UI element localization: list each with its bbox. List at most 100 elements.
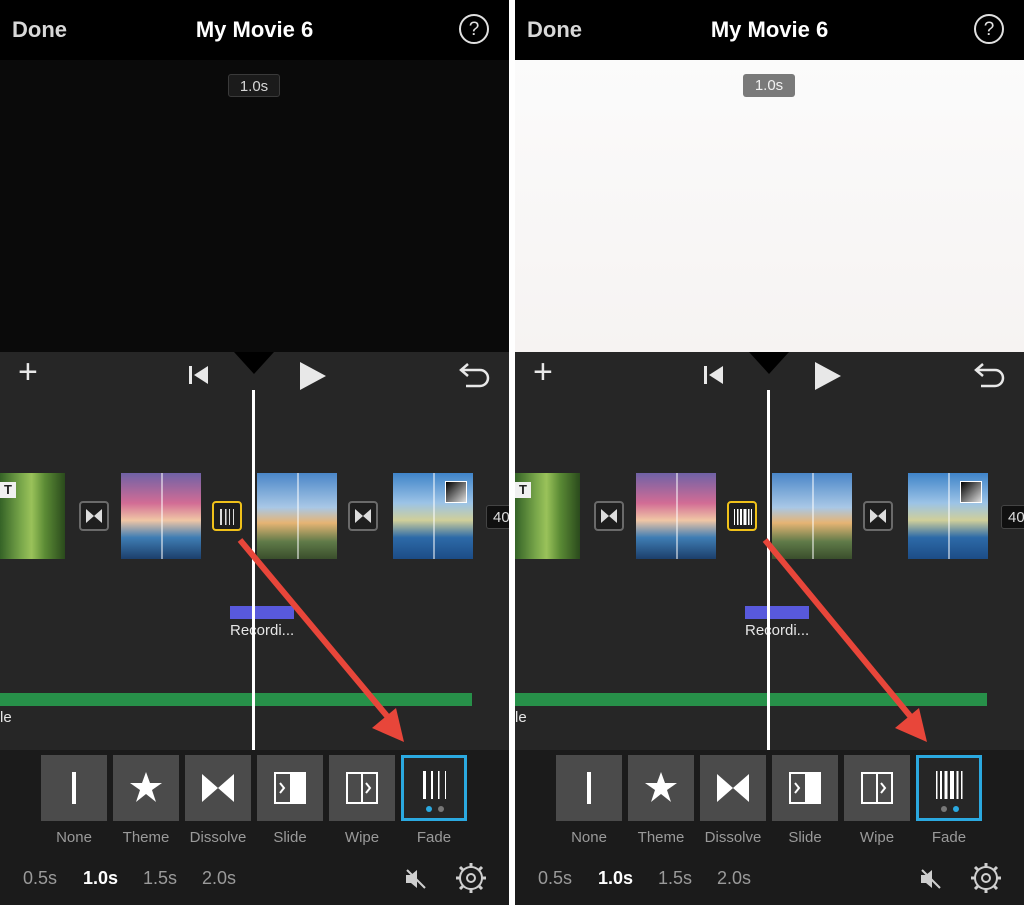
duration-option[interactable]: 2.0s xyxy=(202,868,236,889)
help-button[interactable]: ? xyxy=(459,14,489,44)
playhead-line[interactable] xyxy=(252,390,255,750)
transition-fade-button[interactable] xyxy=(401,755,467,821)
dissolve-icon xyxy=(202,774,234,802)
mute-icon[interactable] xyxy=(918,866,944,892)
video-clip-mountain[interactable] xyxy=(257,473,337,559)
video-preview xyxy=(0,60,509,352)
mute-icon[interactable] xyxy=(403,866,429,892)
transition-label: Dissolve xyxy=(189,829,247,846)
fade-style-dot-1[interactable] xyxy=(941,806,947,812)
transition-dissolve[interactable] xyxy=(348,501,378,531)
dissolve-icon xyxy=(355,509,371,523)
add-media-button[interactable]: + xyxy=(533,355,553,389)
transition-none-button[interactable] xyxy=(556,755,622,821)
video-clip-sunset[interactable] xyxy=(121,473,201,559)
gear-icon[interactable] xyxy=(970,862,1002,894)
transition-slide-button[interactable] xyxy=(257,755,323,821)
transition-dissolve-button[interactable] xyxy=(185,755,251,821)
nav-bar: Done My Movie 6 ? xyxy=(515,0,1024,60)
voiceover-audio-clip[interactable] xyxy=(230,606,294,619)
transition-none-button[interactable] xyxy=(41,755,107,821)
video-clip-bamboo[interactable]: T xyxy=(515,473,580,559)
voiceover-audio-clip[interactable] xyxy=(745,606,809,619)
transition-dissolve[interactable] xyxy=(594,501,624,531)
transition-fade-button[interactable] xyxy=(916,755,982,821)
transition-fade-selected[interactable] xyxy=(212,501,242,531)
video-clip-sunset[interactable] xyxy=(636,473,716,559)
playhead-notch xyxy=(749,352,789,374)
transition-label: Dissolve xyxy=(704,829,762,846)
voiceover-audio-label: Recordi... xyxy=(745,622,810,639)
fade-style-dot-2[interactable] xyxy=(953,806,959,812)
project-title: My Movie 6 xyxy=(710,17,829,42)
background-music-clip[interactable] xyxy=(0,693,472,706)
transition-label: Slide xyxy=(273,829,307,846)
duration-option[interactable]: 2.0s xyxy=(717,868,751,889)
transition-wipe-button[interactable] xyxy=(844,755,910,821)
playhead-line[interactable] xyxy=(767,390,770,750)
fade-style-dot-1[interactable] xyxy=(426,806,432,812)
transition-label: Fade xyxy=(931,829,967,846)
play-icon[interactable] xyxy=(298,360,328,392)
transition-label: Theme xyxy=(637,829,685,846)
background-music-clip[interactable] xyxy=(515,693,987,706)
title-icon: T xyxy=(515,482,531,498)
wipe-icon xyxy=(861,772,893,804)
dissolve-icon xyxy=(717,774,749,802)
transition-dissolve-button[interactable] xyxy=(700,755,766,821)
video-clip-bamboo[interactable]: T xyxy=(0,473,65,559)
slide-icon xyxy=(789,772,821,804)
fade-style-dots[interactable] xyxy=(426,806,448,812)
imovie-editor-right: Done My Movie 6 ? 1.0s + T 40 Recordi...… xyxy=(515,0,1024,905)
transition-theme-button[interactable] xyxy=(628,755,694,821)
help-button[interactable]: ? xyxy=(974,14,1004,44)
transition-label: Fade xyxy=(416,829,452,846)
background-music-label: le xyxy=(0,709,12,726)
duration-option-active[interactable]: 1.0s xyxy=(83,868,118,889)
fade-style-dots[interactable] xyxy=(941,806,963,812)
transition-label: Slide xyxy=(788,829,822,846)
slide-icon xyxy=(274,772,306,804)
none-icon xyxy=(587,772,591,804)
video-preview xyxy=(515,60,1024,352)
duration-option[interactable]: 1.5s xyxy=(143,868,177,889)
play-icon[interactable] xyxy=(813,360,843,392)
transition-dissolve[interactable] xyxy=(79,501,109,531)
skip-to-start-icon[interactable] xyxy=(701,362,727,388)
video-clip-mountain[interactable] xyxy=(772,473,852,559)
project-title: My Movie 6 xyxy=(195,17,314,42)
transition-label: Wipe xyxy=(859,829,895,846)
transition-label: Wipe xyxy=(344,829,380,846)
transition-fade-selected[interactable] xyxy=(727,501,757,531)
skip-to-start-icon[interactable] xyxy=(186,362,212,388)
wipe-icon xyxy=(346,772,378,804)
none-icon xyxy=(72,772,76,804)
background-music-label: le xyxy=(515,709,527,726)
duration-option[interactable]: 0.5s xyxy=(23,868,57,889)
dissolve-icon xyxy=(870,509,886,523)
video-clip-coast[interactable] xyxy=(908,473,988,559)
transition-label: None xyxy=(571,829,607,846)
transition-duration-badge: 1.0s xyxy=(228,74,280,97)
playhead-notch xyxy=(234,352,274,374)
transition-slide-button[interactable] xyxy=(772,755,838,821)
fade-icon xyxy=(734,509,752,525)
transition-duration-badge: 1.0s xyxy=(743,74,795,97)
transition-theme-button[interactable] xyxy=(113,755,179,821)
gear-icon[interactable] xyxy=(455,862,487,894)
dissolve-icon xyxy=(601,509,617,523)
fade-in-icon xyxy=(445,481,467,503)
duration-option[interactable]: 0.5s xyxy=(538,868,572,889)
fade-icon xyxy=(936,771,963,799)
undo-icon[interactable] xyxy=(458,358,492,390)
duration-option[interactable]: 1.5s xyxy=(658,868,692,889)
transition-dissolve[interactable] xyxy=(863,501,893,531)
fade-icon xyxy=(220,509,234,525)
duration-option-active[interactable]: 1.0s xyxy=(598,868,633,889)
dissolve-icon xyxy=(86,509,102,523)
add-media-button[interactable]: + xyxy=(18,355,38,389)
transition-wipe-button[interactable] xyxy=(329,755,395,821)
undo-icon[interactable] xyxy=(973,358,1007,390)
video-clip-coast[interactable] xyxy=(393,473,473,559)
fade-style-dot-2[interactable] xyxy=(438,806,444,812)
